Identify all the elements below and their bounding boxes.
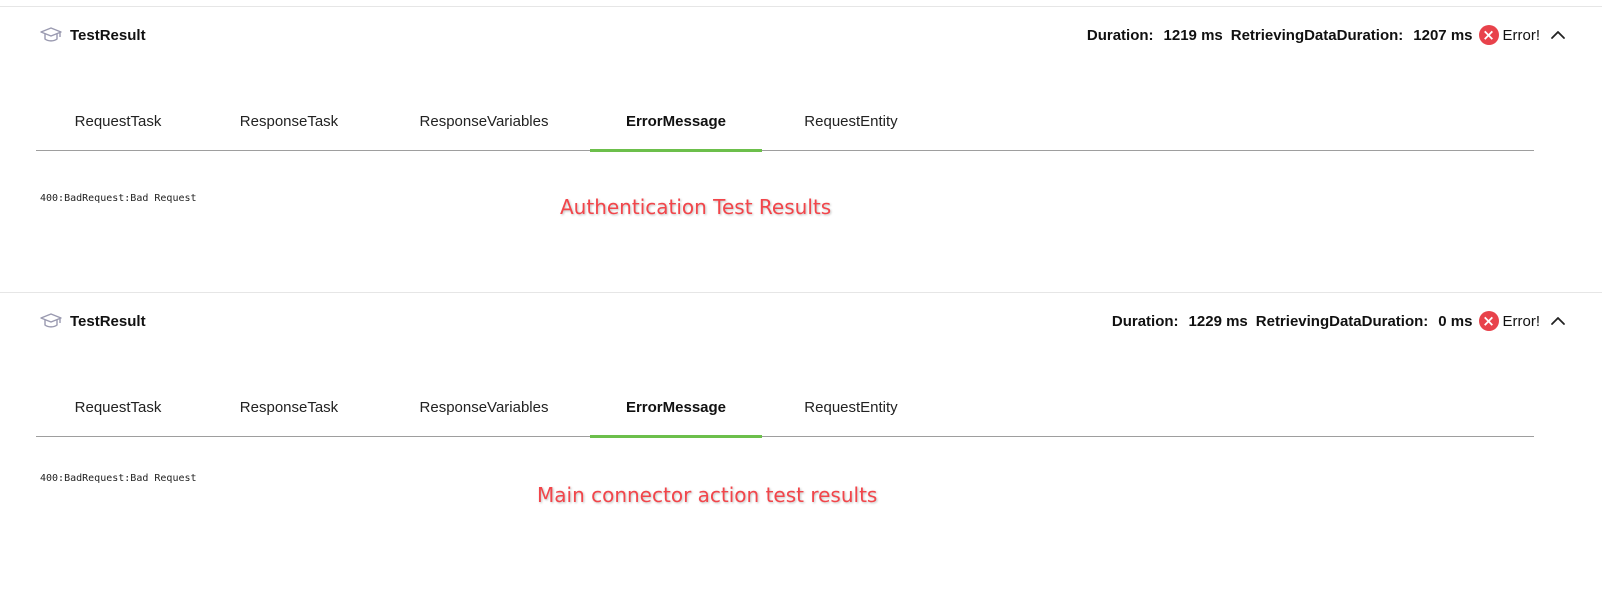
error-x-icon: × [1478, 25, 1499, 45]
duration-value: 1229 ms [1188, 312, 1248, 330]
tab-error-message[interactable]: ErrorMessage [590, 379, 762, 438]
retrieving-duration-value: 1207 ms [1413, 26, 1473, 44]
annotation-label: Main connector action test results [537, 483, 878, 507]
metrics-bar: Duration: 1219 ms RetrievingDataDuration… [1087, 25, 1566, 45]
chevron-up-icon[interactable] [1550, 30, 1566, 40]
annotation-label: Authentication Test Results [560, 195, 832, 219]
tab-response-task[interactable]: ResponseTask [200, 93, 378, 150]
test-result-panel: TestResult Duration: 1219 ms RetrievingD… [0, 6, 1602, 286]
tab-request-task[interactable]: RequestTask [36, 93, 200, 150]
duration-label: Duration: [1086, 26, 1154, 44]
status-badge: × Error! [1478, 311, 1541, 331]
test-result-panel: TestResult Duration: 1229 ms RetrievingD… [0, 292, 1602, 572]
chevron-up-icon[interactable] [1550, 316, 1566, 326]
tab-request-entity[interactable]: RequestEntity [762, 93, 940, 150]
graduation-cap-icon [40, 27, 62, 43]
panel-header: TestResult Duration: 1229 ms RetrievingD… [40, 311, 1566, 331]
panel-header: TestResult Duration: 1219 ms RetrievingD… [40, 25, 1566, 45]
duration-label: Duration: [1111, 312, 1179, 330]
tab-response-variables[interactable]: ResponseVariables [378, 93, 590, 150]
graduation-cap-icon [40, 313, 62, 329]
status-text: Error! [1502, 312, 1541, 330]
error-message-text: 400:BadRequest:Bad Request [40, 193, 197, 204]
tab-response-task[interactable]: ResponseTask [200, 379, 378, 436]
tab-error-message[interactable]: ErrorMessage [590, 93, 762, 152]
retrieving-duration-label: RetrievingDataDuration: [1230, 26, 1404, 44]
tab-bar: RequestTask ResponseTask ResponseVariabl… [36, 379, 1534, 438]
panel-title: TestResult [70, 312, 146, 330]
error-x-icon: × [1478, 311, 1499, 331]
tab-request-entity[interactable]: RequestEntity [762, 379, 940, 436]
duration-value: 1219 ms [1163, 26, 1223, 44]
error-message-text: 400:BadRequest:Bad Request [40, 473, 197, 484]
panel-title: TestResult [70, 26, 146, 44]
tab-request-task[interactable]: RequestTask [36, 379, 200, 436]
retrieving-duration-label: RetrievingDataDuration: [1255, 312, 1429, 330]
panel-title-wrap: TestResult [40, 27, 146, 44]
retrieving-duration-value: 0 ms [1438, 312, 1473, 330]
status-badge: × Error! [1478, 25, 1541, 45]
metrics-bar: Duration: 1229 ms RetrievingDataDuration… [1112, 311, 1566, 331]
status-text: Error! [1502, 26, 1541, 44]
tab-bar: RequestTask ResponseTask ResponseVariabl… [36, 93, 1534, 152]
tab-response-variables[interactable]: ResponseVariables [378, 379, 590, 436]
panel-title-wrap: TestResult [40, 313, 146, 330]
